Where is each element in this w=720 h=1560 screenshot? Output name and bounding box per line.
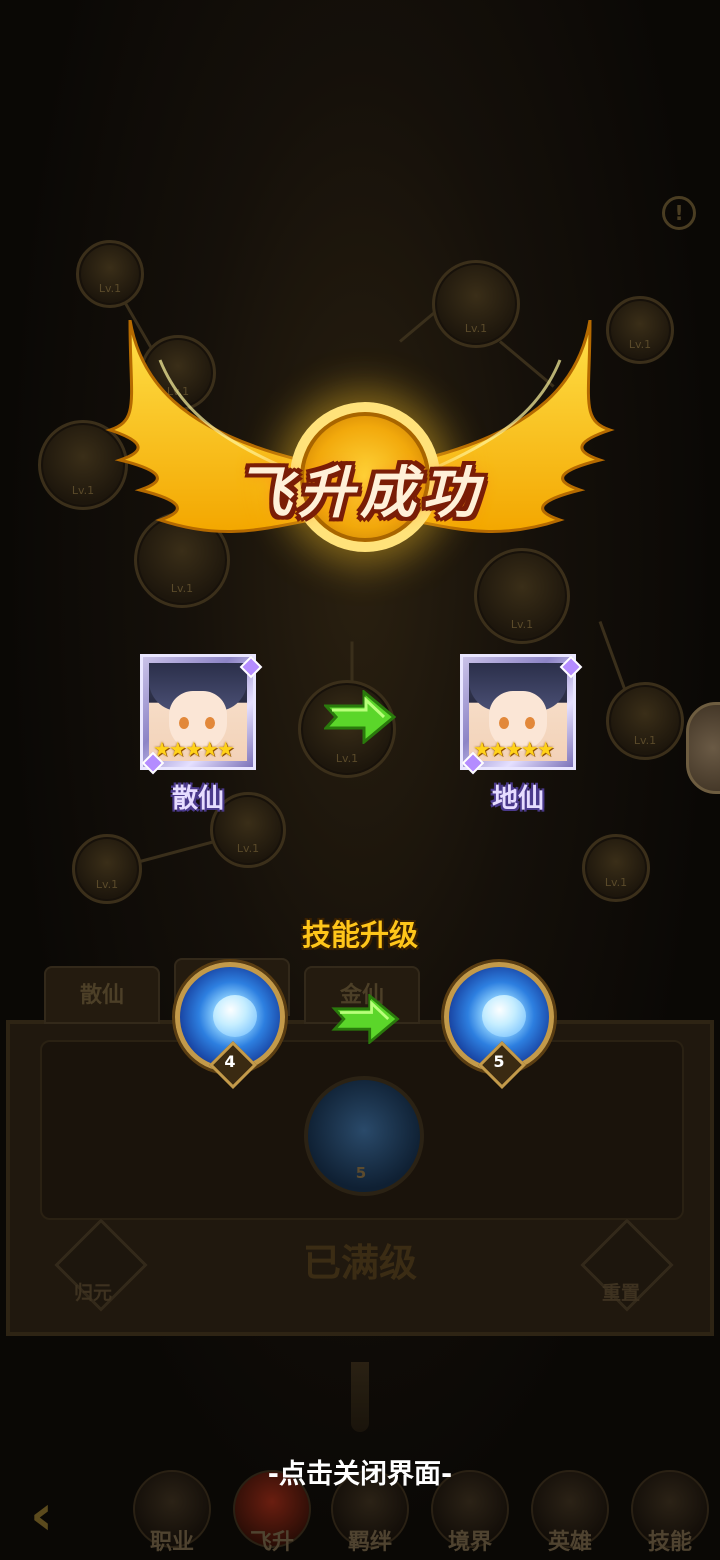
- close-popup-hint[interactable]: -点击关闭界面-: [200, 1452, 520, 1491]
- skill-level-after: 5: [493, 1052, 505, 1071]
- nav-label: 技能: [647, 1530, 692, 1555]
- max-level-text: 已满级: [302, 1241, 417, 1285]
- nav-label: 羁绊: [347, 1530, 392, 1555]
- nav-label: 职业: [149, 1530, 194, 1555]
- green-arrow-icon: [324, 690, 396, 744]
- panel-skill-level: 5: [355, 1164, 367, 1182]
- restore-button-label: 归元: [74, 1282, 113, 1304]
- nav-label: 境界: [447, 1530, 492, 1555]
- node-level-label: Lv.1: [510, 618, 534, 631]
- skill-level-before: 4: [224, 1052, 236, 1071]
- water-bubble-icon: [213, 995, 257, 1037]
- star-rating: ★★★★★: [153, 737, 235, 761]
- hero-eye: [179, 717, 189, 729]
- nav-label: 英雄: [547, 1530, 592, 1555]
- nav-label: 飞升: [249, 1530, 294, 1555]
- nav-item-skill[interactable]: 技能: [630, 1470, 710, 1560]
- node-level-label: Lv.1: [170, 582, 194, 595]
- hero-card-after: ★★★★★: [460, 654, 583, 775]
- skill-tree-node[interactable]: Lv.1: [582, 834, 650, 902]
- node-level-label: Lv.1: [604, 876, 628, 889]
- hero-eye: [525, 717, 535, 729]
- star-rating: ★★★★★: [473, 737, 555, 761]
- reset-button-label: 重置: [602, 1282, 641, 1304]
- hero-rank-after: 地仙: [491, 784, 544, 814]
- node-level-label: Lv.1: [95, 878, 119, 891]
- skill-tree-node[interactable]: Lv.1: [76, 240, 144, 308]
- skill-upgrade-heading: 技能升级: [301, 918, 418, 952]
- node-level-label: Lv.1: [628, 338, 652, 351]
- help-icon[interactable]: !: [662, 196, 696, 230]
- skill-tree-node[interactable]: Lv.1: [72, 834, 142, 904]
- hero-card-before: ★★★★★: [140, 654, 263, 775]
- hero-rank-before: 散仙: [171, 784, 224, 814]
- hero-eye: [499, 717, 509, 729]
- node-level-label: Lv.1: [633, 734, 657, 747]
- skill-tree-node[interactable]: Lv.1: [606, 682, 684, 760]
- panel-pendant: [351, 1362, 369, 1432]
- node-level-label: Lv.1: [335, 752, 359, 765]
- green-arrow-icon: [331, 994, 400, 1044]
- back-arrow-icon[interactable]: ‹: [30, 1488, 90, 1548]
- node-level-label: Lv.1: [98, 282, 122, 295]
- treasure-box-icon[interactable]: [686, 702, 720, 794]
- skill-tree-node[interactable]: Lv.1: [474, 548, 570, 644]
- hero-eye: [205, 717, 215, 729]
- node-level-label: Lv.1: [71, 484, 95, 497]
- nav-item-hero[interactable]: 英雄: [530, 1470, 610, 1560]
- water-bubble-icon: [482, 995, 526, 1037]
- popup-title: 飞升成功: [236, 460, 484, 526]
- node-level-label: Lv.1: [236, 842, 260, 855]
- tab-sanxian[interactable]: 散仙: [44, 966, 160, 1024]
